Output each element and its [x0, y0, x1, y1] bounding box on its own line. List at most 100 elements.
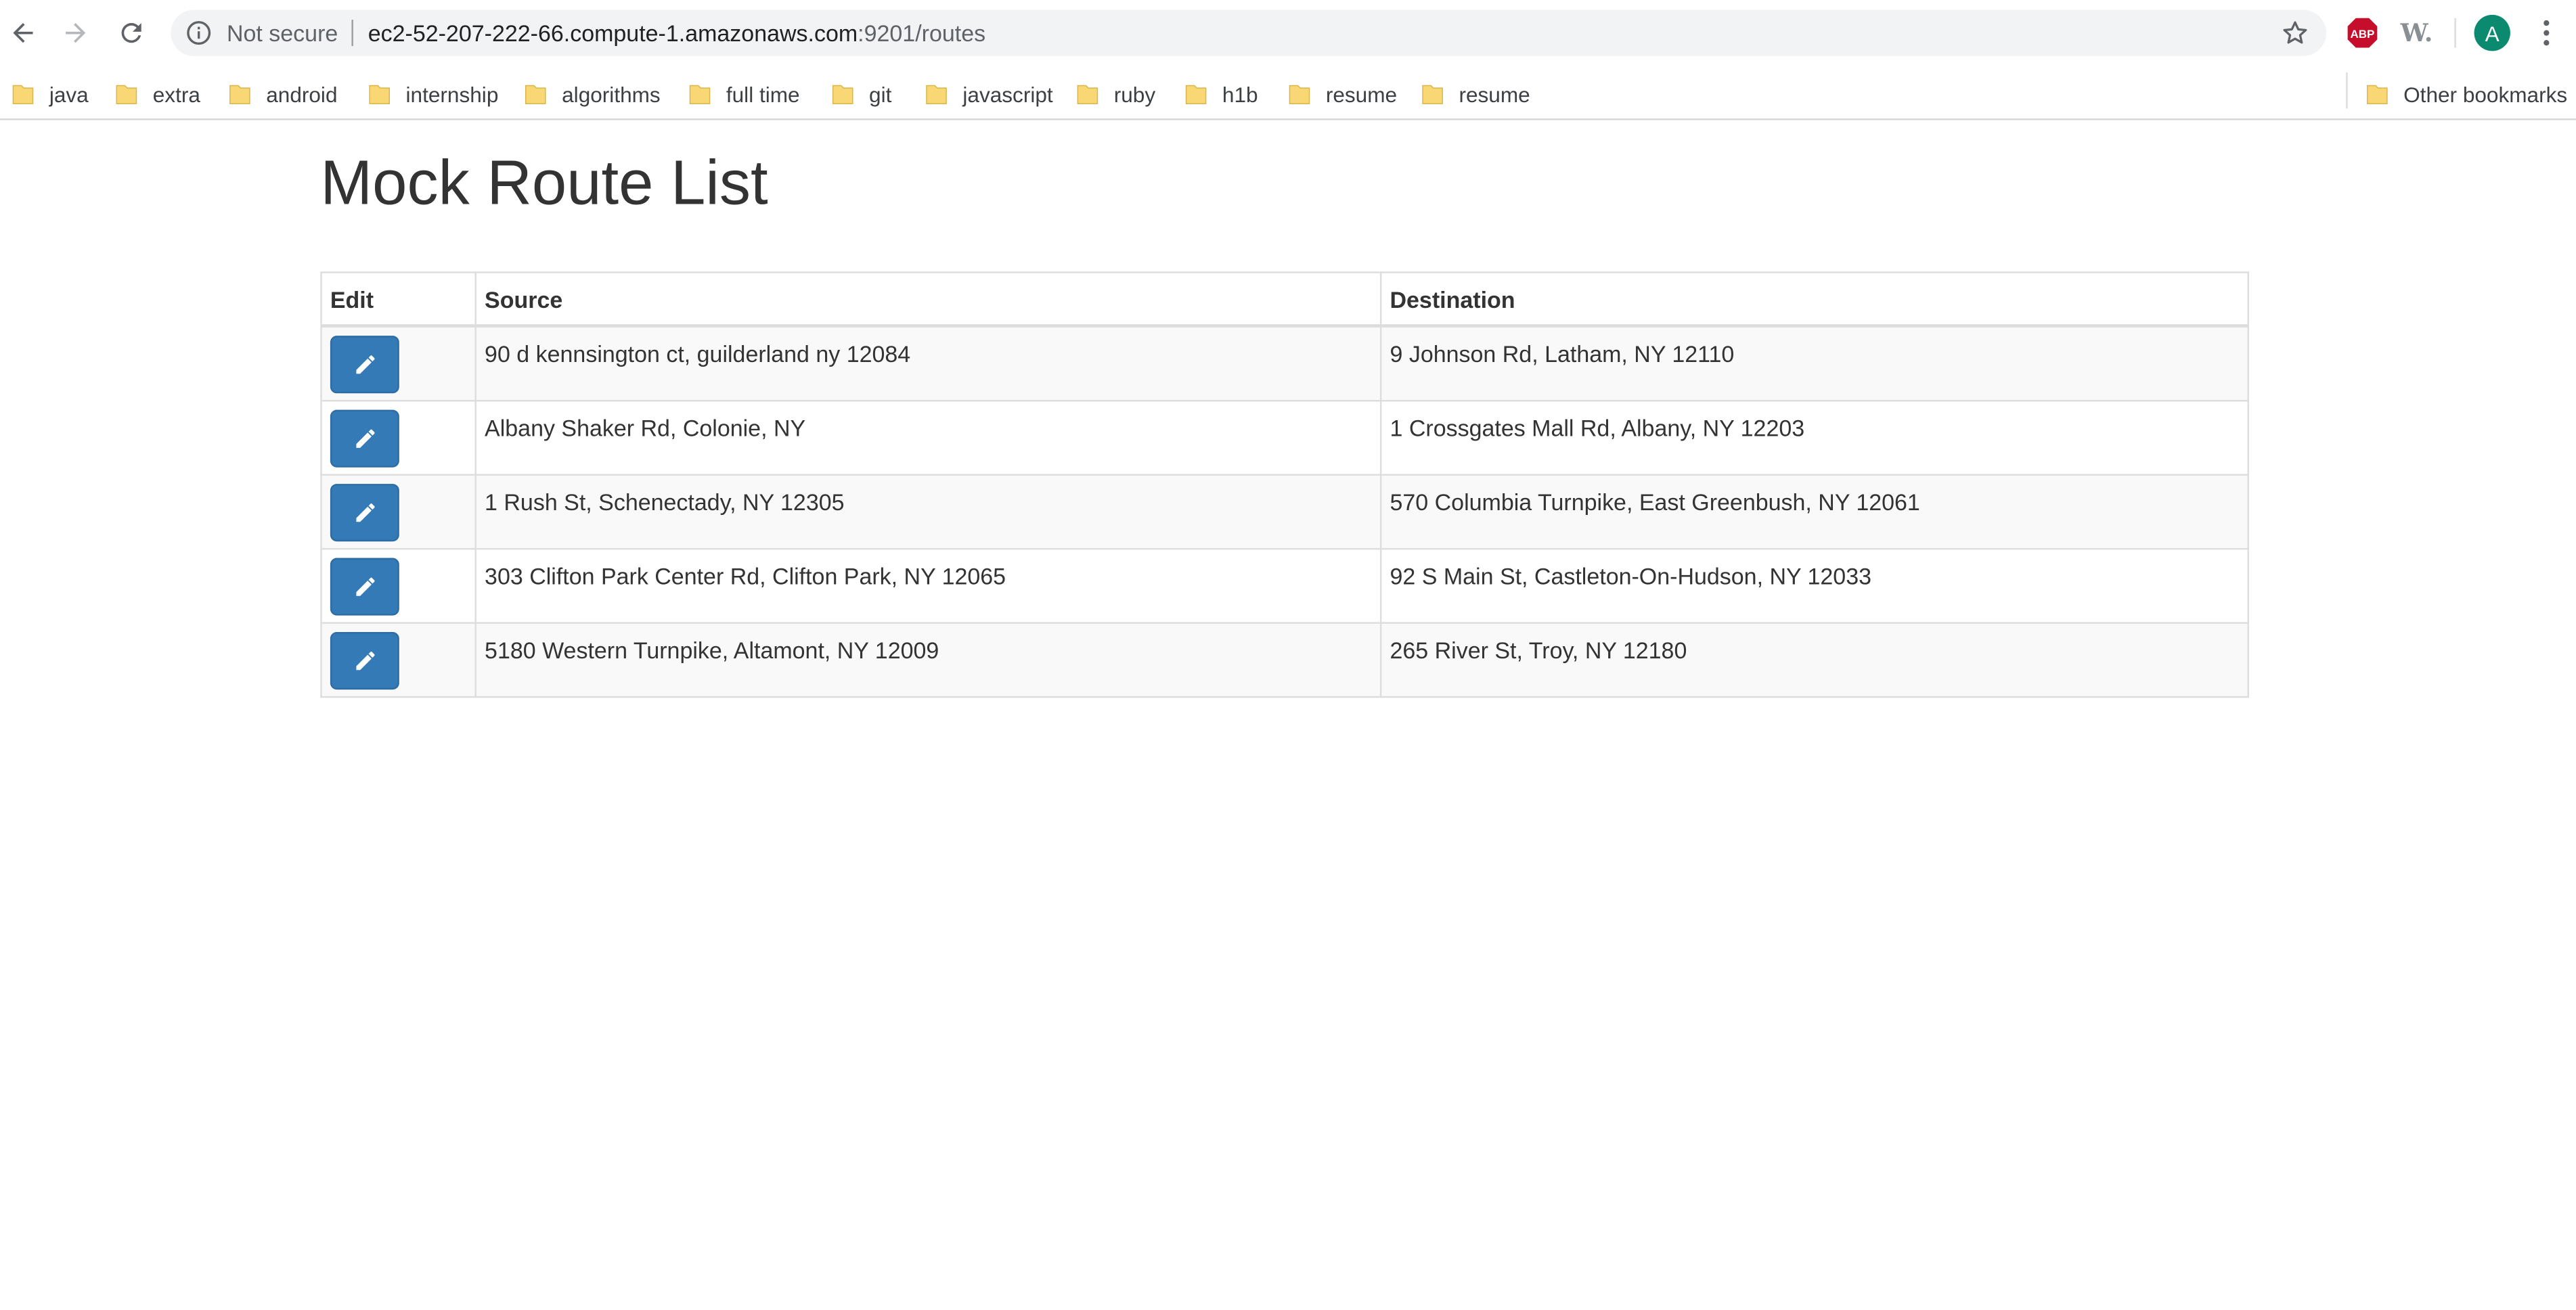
edit-route-button[interactable] [330, 631, 399, 689]
folder-icon [832, 85, 853, 104]
back-button[interactable] [3, 13, 43, 52]
bookmark-label: resume [1459, 81, 1530, 106]
forward-arrow-icon [66, 23, 86, 43]
w-extension-icon[interactable]: W. [2400, 16, 2433, 49]
header-row: Edit Source Destination [320, 271, 2249, 328]
folder-icon [2367, 85, 2388, 104]
bookmark-folder-item[interactable]: full time [688, 74, 800, 113]
profile-avatar[interactable]: A [2474, 14, 2510, 51]
pencil-icon [355, 577, 374, 595]
bookmark-label: resume [1325, 81, 1398, 106]
bookmark-label: algorithms [562, 81, 661, 106]
column-header-destination: Destination [1379, 271, 2249, 328]
forward-button[interactable] [56, 13, 95, 52]
toolbar-divider [2454, 18, 2456, 48]
bookmark-folder-item[interactable]: ruby [1076, 74, 1155, 113]
column-header-edit: Edit [320, 271, 476, 328]
bookmark-label: javascript [962, 81, 1053, 106]
source-cell: 90 d kennsington ct, guilderland ny 1208… [474, 325, 1382, 401]
edit-route-button[interactable] [330, 409, 399, 467]
bookmark-star-icon[interactable] [2280, 18, 2310, 48]
other-bookmarks[interactable]: Other bookmarks [2366, 74, 2567, 113]
destination-cell: 1 Crossgates Mall Rd, Albany, NY 12203 [1379, 399, 2249, 475]
page-title: Mock Route List [320, 150, 768, 219]
folder-icon [1289, 85, 1310, 104]
folder-icon [229, 85, 250, 104]
folder-icon [1077, 85, 1098, 104]
destination-cell: 570 Columbia Turnpike, East Greenbush, N… [1379, 473, 2249, 549]
column-header-source: Source [474, 271, 1382, 328]
bookmark-label: full time [726, 81, 800, 106]
bookmark-folder-item[interactable]: internship [368, 74, 499, 113]
other-bookmarks-label: Other bookmarks [2403, 81, 2568, 106]
edit-cell [320, 621, 476, 698]
bookmark-label: java [49, 81, 89, 106]
bookmark-label: internship [405, 81, 499, 106]
bookmark-folder-item[interactable]: algorithms [524, 74, 661, 113]
pencil-icon [355, 502, 374, 522]
bookmark-folder-item[interactable]: javascript [925, 74, 1053, 113]
pencil-icon [355, 355, 374, 374]
bookmark-label: ruby [1113, 81, 1156, 106]
back-arrow-icon [13, 23, 33, 43]
url-path: :9201/routes [858, 20, 986, 47]
source-cell: Albany Shaker Rd, Colonie, NY [474, 399, 1382, 475]
url-host: ec2-52-207-222-66.compute-1.amazonaws.co… [368, 20, 858, 47]
edit-route-button[interactable] [330, 557, 399, 615]
bookmark-folder-item[interactable]: java [12, 74, 89, 113]
table-body: 90 d kennsington ct, guilderland ny 1208… [320, 325, 2249, 698]
edit-cell [320, 325, 476, 401]
folder-icon [12, 85, 34, 104]
adblock-plus-icon[interactable]: ABP [2346, 16, 2379, 49]
address-bar[interactable]: Not secure ec2-52-207-222-66.compute-1.a… [171, 9, 2327, 56]
bookmark-folder-item[interactable]: resume [1288, 74, 1397, 113]
source-cell: 1 Rush St, Schenectady, NY 12305 [474, 473, 1382, 549]
edit-cell [320, 473, 476, 549]
pencil-icon [355, 428, 374, 447]
table-row: 5180 Western Turnpike, Altamont, NY 1200… [320, 621, 2249, 698]
destination-cell: 9 Johnson Rd, Latham, NY 12110 [1379, 325, 2249, 401]
security-label[interactable]: Not secure [227, 20, 338, 46]
reload-icon [121, 23, 141, 43]
edit-cell [320, 547, 476, 623]
table-row: Albany Shaker Rd, Colonie, NY 1 Crossgat… [320, 399, 2249, 475]
table-row: 303 Clifton Park Center Rd, Clifton Park… [320, 547, 2249, 623]
bookmarks-divider [2346, 72, 2348, 109]
folder-icon [1185, 85, 1207, 104]
bookmark-label: h1b [1222, 81, 1258, 106]
source-cell: 5180 Western Turnpike, Altamont, NY 1200… [474, 621, 1382, 698]
folder-icon [689, 85, 711, 104]
pencil-icon [355, 650, 374, 669]
source-cell: 303 Clifton Park Center Rd, Clifton Park… [474, 547, 1382, 623]
bookmark-folder-item[interactable]: android [228, 74, 338, 113]
folder-icon [525, 85, 546, 104]
svg-text:ABP: ABP [2351, 28, 2375, 41]
edit-route-button[interactable] [330, 336, 399, 394]
browser-toolbar: Not secure ec2-52-207-222-66.compute-1.a… [0, 0, 2576, 66]
destination-cell: 92 S Main St, Castleton-On-Hudson, NY 12… [1379, 547, 2249, 623]
table-header: Edit Source Destination [320, 271, 2249, 328]
bookmark-folder-item[interactable]: git [831, 74, 891, 113]
bookmark-label: android [266, 81, 338, 106]
edit-route-button[interactable] [330, 482, 399, 541]
bookmarks-bar: java extra android internship algorithms… [0, 66, 2576, 120]
bookmark-label: extra [152, 81, 200, 106]
bookmark-folder-item[interactable]: extra [115, 74, 200, 113]
browser-window: Not secure ec2-52-207-222-66.compute-1.a… [0, 0, 2576, 1310]
address-divider [351, 20, 353, 47]
folder-icon [1422, 85, 1443, 104]
table-row: 1 Rush St, Schenectady, NY 12305 570 Col… [320, 473, 2249, 549]
destination-cell: 265 River St, Troy, NY 12180 [1379, 621, 2249, 698]
url-text[interactable]: ec2-52-207-222-66.compute-1.amazonaws.co… [368, 20, 985, 46]
bookmark-folder-item[interactable]: resume [1421, 74, 1530, 113]
bookmark-folder-item[interactable]: h1b [1184, 74, 1258, 113]
folder-icon [369, 85, 390, 104]
info-icon[interactable] [185, 20, 212, 46]
edit-cell [320, 399, 476, 475]
bookmark-label: git [869, 81, 892, 106]
more-menu-icon[interactable] [2540, 16, 2553, 49]
folder-icon [116, 85, 137, 104]
folder-icon [926, 85, 947, 104]
routes-table: Edit Source Destination 90 d kennsington… [320, 271, 2249, 698]
reload-button[interactable] [112, 13, 151, 52]
